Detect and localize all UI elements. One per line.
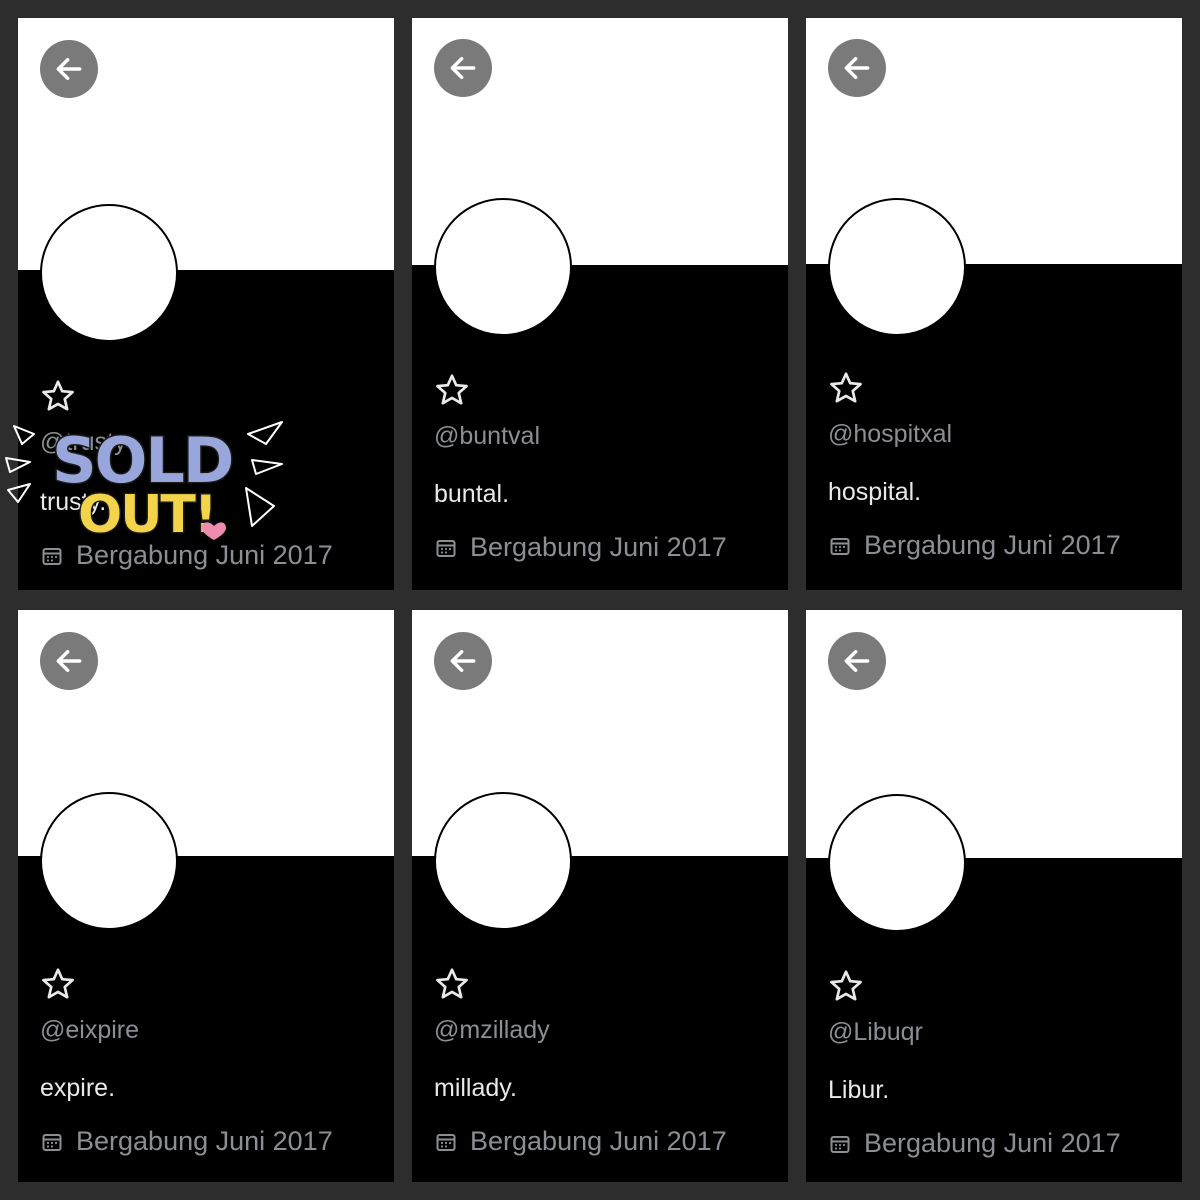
arrow-left-icon xyxy=(450,56,476,80)
joined-date: Bergabung Juni 2017 xyxy=(828,530,1121,561)
arrow-left-icon xyxy=(56,649,82,673)
joined-date: Bergabung Juni 2017 xyxy=(828,1128,1121,1159)
profile-card-hospitxal: @hospitxal hospital. Bergabung Juni 2017 xyxy=(806,18,1182,590)
star-outline-icon xyxy=(830,372,862,403)
avatar[interactable] xyxy=(828,794,966,932)
joined-label: Bergabung Juni 2017 xyxy=(76,540,333,570)
star-outline-icon xyxy=(436,374,468,405)
joined-date: Bergabung Juni 2017 xyxy=(434,1126,727,1157)
avatar[interactable] xyxy=(40,204,178,342)
star-outline-icon xyxy=(436,968,468,999)
back-button[interactable] xyxy=(434,39,492,97)
back-button[interactable] xyxy=(828,39,886,97)
joined-label: Bergabung Juni 2017 xyxy=(864,1128,1121,1158)
star-outline-icon xyxy=(42,968,74,999)
profile-card-mzillady: @mzillady millady. Bergabung Juni 2017 xyxy=(412,610,788,1182)
profile-handle: @eixpire xyxy=(40,1016,140,1044)
calendar-icon xyxy=(830,1135,850,1153)
calendar-icon xyxy=(830,537,850,555)
arrow-left-icon xyxy=(844,56,870,80)
sold-out-sticker: SOLD OUT! xyxy=(5,421,283,540)
profile-handle: @Libuqr xyxy=(828,1018,923,1046)
joined-date: Bergabung Juni 2017 xyxy=(40,1126,333,1157)
back-button[interactable] xyxy=(40,40,98,98)
calendar-icon xyxy=(42,1133,62,1151)
sticker-line-2: OUT! xyxy=(78,485,216,540)
profile-name: Libur. xyxy=(828,1076,890,1104)
avatar[interactable] xyxy=(828,198,966,336)
avatar[interactable] xyxy=(434,198,572,336)
profile-handle: @hospitxal xyxy=(828,420,953,448)
joined-date: Bergabung Juni 2017 xyxy=(434,532,727,563)
arrow-left-icon xyxy=(844,649,870,673)
back-button[interactable] xyxy=(828,632,886,690)
calendar-icon xyxy=(436,539,456,557)
joined-label: Bergabung Juni 2017 xyxy=(864,530,1121,560)
arrow-left-icon xyxy=(56,57,82,81)
avatar[interactable] xyxy=(40,792,178,930)
joined-label: Bergabung Juni 2017 xyxy=(470,1126,727,1156)
joined-label: Bergabung Juni 2017 xyxy=(76,1126,333,1156)
avatar[interactable] xyxy=(434,792,572,930)
calendar-icon xyxy=(42,547,62,565)
star-outline-icon xyxy=(830,970,862,1001)
profile-name: expire. xyxy=(40,1074,116,1102)
joined-label: Bergabung Juni 2017 xyxy=(470,532,727,562)
calendar-icon xyxy=(436,1133,456,1151)
back-button[interactable] xyxy=(40,632,98,690)
profile-handle: @mzillady xyxy=(434,1016,550,1044)
profile-name: millady. xyxy=(434,1074,517,1102)
back-button[interactable] xyxy=(434,632,492,690)
profile-name: hospital. xyxy=(828,478,922,506)
arrow-left-icon xyxy=(450,649,476,673)
profile-handle: @buntval xyxy=(434,422,540,450)
joined-date: Bergabung Juni 2017 xyxy=(40,540,333,571)
profile-card-eixpire: @eixpire expire. Bergabung Juni 2017 xyxy=(18,610,394,1182)
profile-card-libuqr: @Libuqr Libur. Bergabung Juni 2017 xyxy=(806,610,1182,1182)
profile-name: buntal. xyxy=(434,480,510,508)
profile-card-buntval: @buntval buntal. Bergabung Juni 2017 xyxy=(412,18,788,590)
